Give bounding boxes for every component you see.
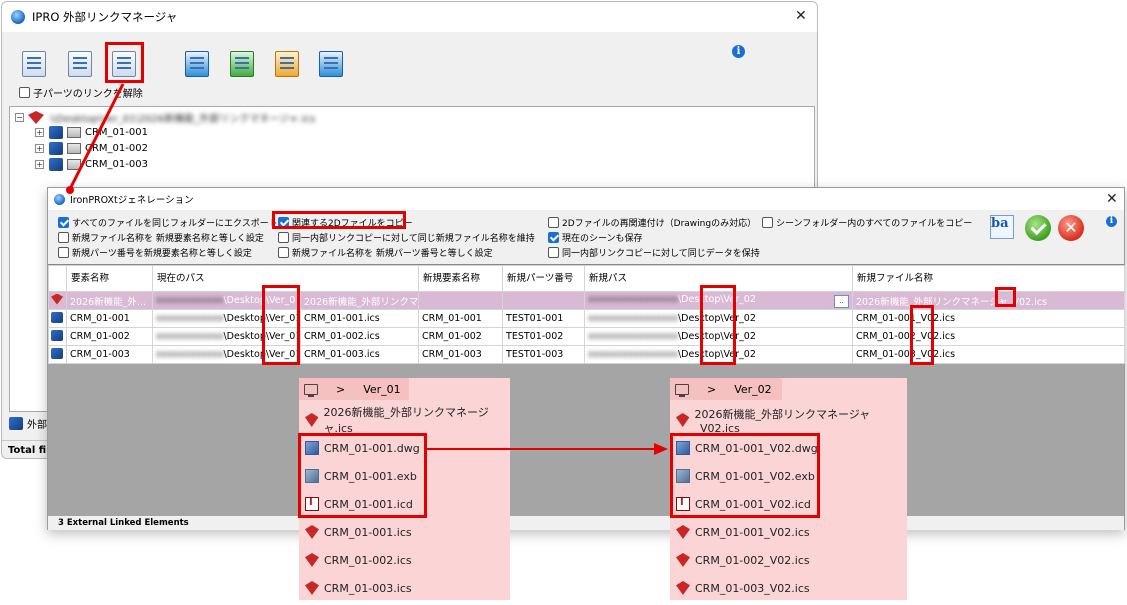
arrow-head [654, 443, 668, 455]
annotation-arrows [66, 83, 668, 455]
arrow-line-generation [68, 83, 125, 190]
arrow-dot [66, 186, 74, 194]
